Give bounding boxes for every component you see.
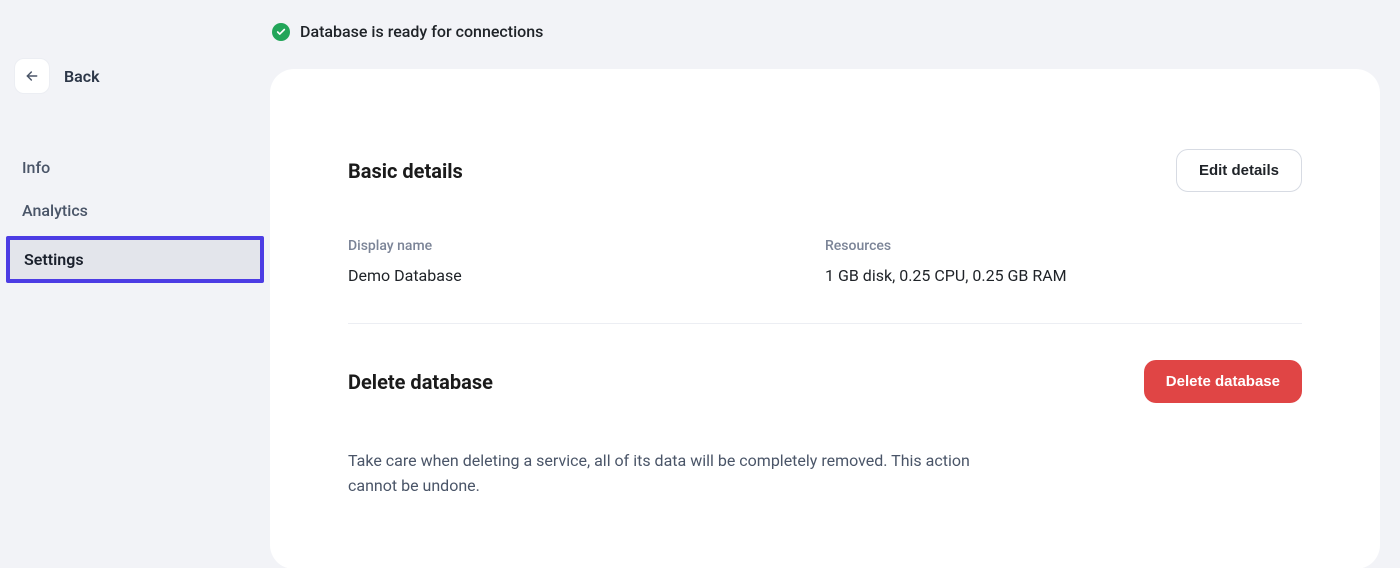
back-button[interactable]: [14, 58, 50, 94]
delete-section-header: Delete database Delete database: [348, 360, 1302, 403]
basic-details-grid: Display name Demo Database Resources 1 G…: [348, 238, 1302, 285]
basic-details-header: Basic details Edit details: [348, 149, 1302, 192]
app-root: Back Info Analytics Settings Data: [0, 0, 1400, 568]
resources-label: Resources: [825, 238, 1302, 254]
back-label: Back: [64, 67, 100, 86]
delete-section-title: Delete database: [348, 370, 493, 394]
sidebar-item-label: Info: [22, 158, 50, 177]
sidebar-nav: Info Analytics Settings: [0, 146, 270, 283]
display-name-col: Display name Demo Database: [348, 238, 825, 285]
arrow-left-icon: [24, 68, 40, 84]
status-success-icon: [272, 23, 290, 41]
display-name-value: Demo Database: [348, 266, 825, 285]
resources-col: Resources 1 GB disk, 0.25 CPU, 0.25 GB R…: [825, 238, 1302, 285]
back-row: Back: [0, 0, 270, 94]
display-name-label: Display name: [348, 238, 825, 254]
delete-database-button[interactable]: Delete database: [1144, 360, 1302, 403]
settings-card: Basic details Edit details Display name …: [270, 69, 1380, 568]
section-divider: [348, 323, 1302, 324]
sidebar-item-label: Settings: [24, 250, 84, 269]
resources-value: 1 GB disk, 0.25 CPU, 0.25 GB RAM: [825, 266, 1302, 285]
status-bar: Database is ready for connections: [270, 22, 1380, 41]
sidebar-item-analytics[interactable]: Analytics: [0, 189, 270, 232]
sidebar-item-info[interactable]: Info: [0, 146, 270, 189]
basic-details-title: Basic details: [348, 159, 463, 183]
delete-description: Take care when deleting a service, all o…: [348, 449, 988, 499]
edit-details-button[interactable]: Edit details: [1176, 149, 1302, 192]
sidebar-item-settings[interactable]: Settings: [6, 236, 264, 283]
sidebar: Back Info Analytics Settings: [0, 0, 270, 568]
status-text: Database is ready for connections: [300, 22, 543, 41]
main: Database is ready for connections Basic …: [270, 0, 1400, 568]
active-highlight: Settings: [6, 236, 264, 283]
sidebar-item-label: Analytics: [22, 201, 88, 220]
